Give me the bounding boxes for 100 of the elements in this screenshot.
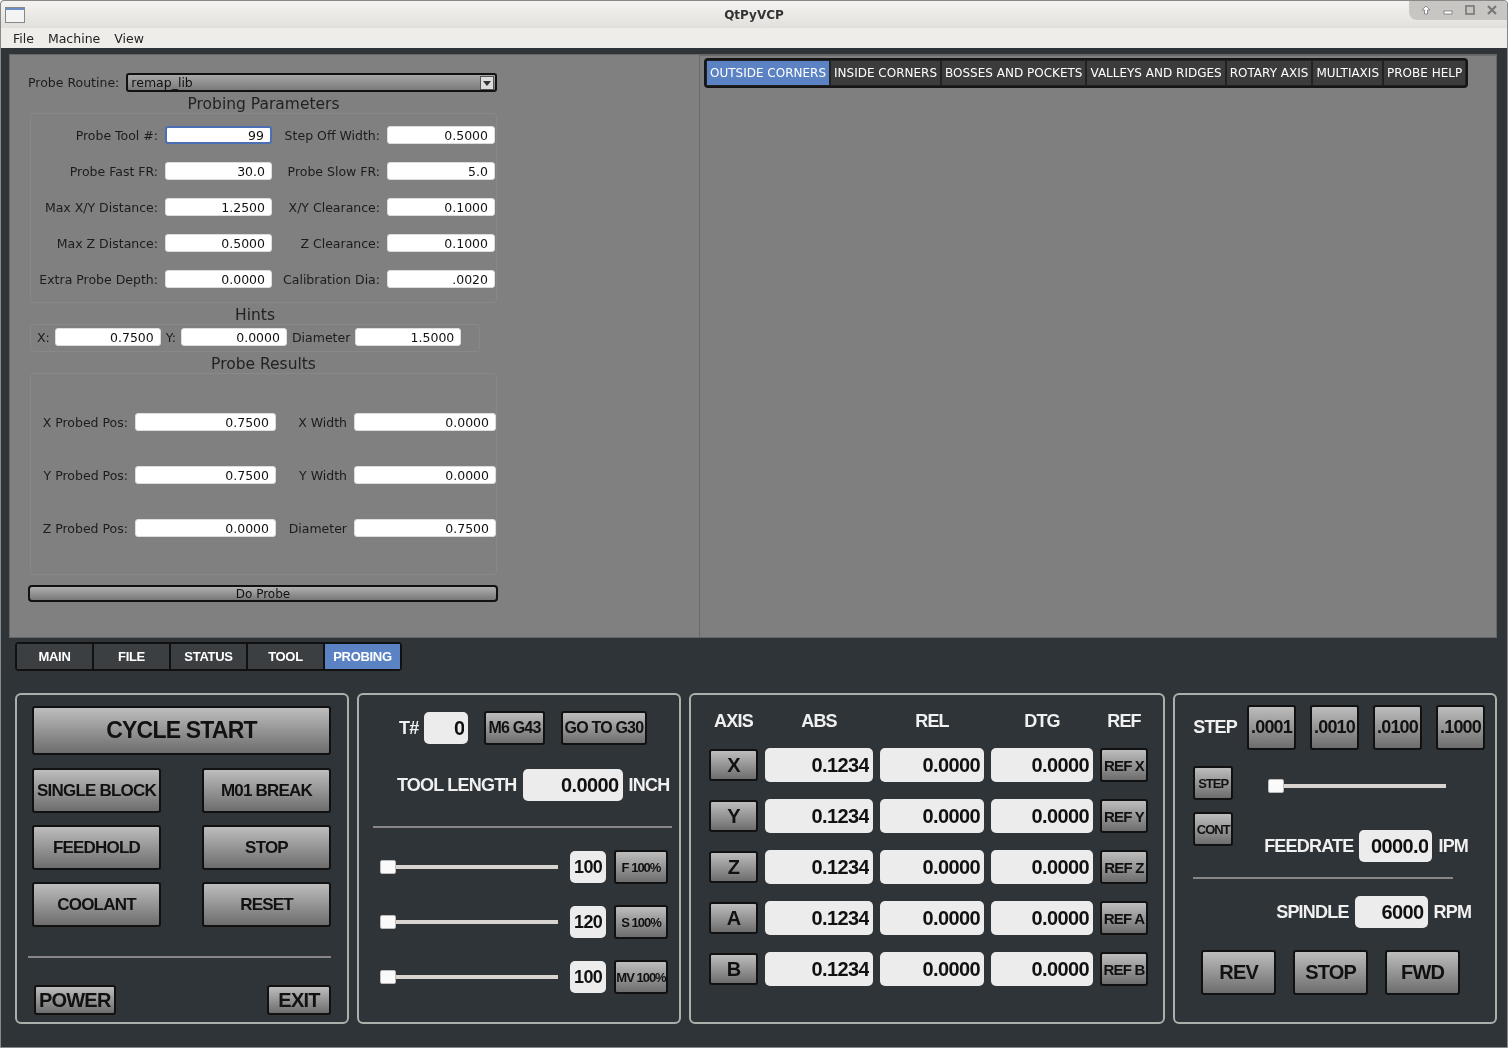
override-reset-button[interactable]: F 100%: [614, 850, 668, 884]
control-button[interactable]: STOP: [202, 825, 331, 870]
position-field[interactable]: 0.0000: [991, 799, 1093, 833]
position-field[interactable]: 0.0000: [991, 952, 1093, 986]
column-header: ABS: [800, 710, 838, 733]
number-field[interactable]: 5.0: [387, 162, 495, 180]
step-size-button[interactable]: .0100: [1373, 705, 1422, 750]
axis-button[interactable]: Y: [709, 800, 758, 832]
position-field[interactable]: 0.0000: [880, 850, 984, 884]
spindle-button[interactable]: FWD: [1385, 950, 1461, 995]
number-field[interactable]: 0.1000: [387, 234, 495, 252]
number-field[interactable]: 30.0: [165, 162, 272, 180]
tool-length-field[interactable]: 0.0000: [522, 769, 623, 801]
number-field[interactable]: 0.5000: [165, 234, 272, 252]
jog-mode-button[interactable]: STEP: [1193, 766, 1234, 800]
position-field[interactable]: 0.0000: [991, 850, 1093, 884]
control-button[interactable]: COOLANT: [32, 882, 161, 927]
position-field[interactable]: 0.1234: [765, 850, 873, 884]
position-field[interactable]: 0.0000: [880, 799, 984, 833]
tab[interactable]: TOOL: [248, 644, 323, 669]
tab[interactable]: PROBE HELP: [1384, 61, 1466, 85]
tab[interactable]: VALLEYS AND RIDGES: [1087, 61, 1225, 85]
power-button[interactable]: POWER: [34, 985, 116, 1015]
number-field[interactable]: 0.0000: [165, 270, 272, 288]
position-field[interactable]: 0.1234: [765, 952, 873, 986]
axis-button[interactable]: B: [709, 953, 758, 985]
exit-button[interactable]: EXIT: [267, 985, 331, 1015]
number-field[interactable]: 1.5000: [355, 328, 462, 346]
menu-item[interactable]: View: [114, 30, 144, 46]
shade-icon[interactable]: [1421, 5, 1431, 15]
override-reset-button[interactable]: S 100%: [614, 905, 668, 939]
override-value-field[interactable]: 120: [570, 906, 606, 938]
group-title: Hints: [234, 306, 276, 324]
number-field[interactable]: 0.5000: [387, 126, 495, 144]
position-field[interactable]: 0.0000: [991, 901, 1093, 935]
tab[interactable]: FILE: [94, 644, 169, 669]
position-field[interactable]: 0.0000: [880, 748, 984, 782]
position-field[interactable]: 0.0000: [991, 748, 1093, 782]
do-probe-button[interactable]: Do Probe: [28, 585, 498, 602]
routine-dropdown[interactable]: remap_lib: [126, 73, 498, 92]
control-button[interactable]: RESET: [202, 882, 331, 927]
number-field[interactable]: 0.7500: [135, 466, 276, 484]
axis-button[interactable]: A: [709, 902, 758, 934]
override-value-field[interactable]: 100: [570, 851, 606, 883]
tab[interactable]: BOSSES AND POCKETS: [942, 61, 1086, 85]
control-button[interactable]: FEEDHOLD: [32, 825, 161, 870]
jog-mode-button[interactable]: CONT: [1193, 812, 1234, 846]
tab[interactable]: INSIDE CORNERS: [831, 61, 940, 85]
home-axis-button[interactable]: REF Y: [1100, 799, 1148, 833]
menu-item[interactable]: File: [13, 30, 34, 46]
position-field[interactable]: 0.0000: [880, 901, 984, 935]
step-size-button[interactable]: .0010: [1310, 705, 1359, 750]
menu-item[interactable]: Machine: [47, 30, 101, 46]
home-axis-button[interactable]: REF A: [1100, 901, 1148, 935]
tool-number-field[interactable]: 0: [424, 712, 469, 744]
tab[interactable]: OUTSIDE CORNERS: [707, 61, 830, 85]
step-size-button[interactable]: .0001: [1247, 705, 1296, 750]
tool-button[interactable]: M6 G43: [484, 711, 545, 745]
override-reset-button[interactable]: MV 100%: [614, 960, 668, 994]
tab[interactable]: ROTARY AXIS: [1226, 61, 1312, 85]
control-button[interactable]: M01 BREAK: [202, 768, 331, 813]
tab[interactable]: PROBING: [325, 644, 400, 669]
close-icon[interactable]: [1487, 5, 1497, 15]
axis-button[interactable]: X: [709, 749, 758, 781]
number-field[interactable]: 0.0000: [354, 466, 496, 484]
field-label: X Probed Pos:: [41, 414, 128, 430]
number-field[interactable]: 99: [165, 126, 272, 144]
maximize-icon[interactable]: [1465, 5, 1475, 15]
spindle-button[interactable]: STOP: [1293, 950, 1369, 995]
cycle-start-button[interactable]: CYCLE START: [32, 706, 331, 755]
number-field[interactable]: 0.0000: [180, 328, 287, 346]
position-field[interactable]: 0.0000: [880, 952, 984, 986]
tab[interactable]: MULTIAXIS: [1313, 61, 1382, 85]
home-axis-button[interactable]: REF B: [1100, 952, 1148, 986]
home-axis-button[interactable]: REF X: [1100, 748, 1148, 782]
tool-button[interactable]: GO TO G30: [560, 711, 648, 745]
field-label: Probe Fast FR:: [68, 163, 158, 179]
home-axis-button[interactable]: REF Z: [1100, 850, 1148, 884]
position-field[interactable]: 0.1234: [765, 748, 873, 782]
spindle-button[interactable]: REV: [1201, 950, 1277, 995]
position-field[interactable]: 0.1234: [765, 799, 873, 833]
number-field[interactable]: .0020: [387, 270, 495, 288]
tab[interactable]: STATUS: [171, 644, 246, 669]
number-field[interactable]: 1.2500: [165, 198, 272, 216]
spindle-speed-field[interactable]: 6000: [1354, 896, 1428, 928]
number-field[interactable]: 0.0000: [135, 519, 276, 537]
number-field[interactable]: 0.7500: [135, 413, 276, 431]
axis-button[interactable]: Z: [709, 851, 758, 883]
number-field[interactable]: 0.7500: [354, 519, 496, 537]
number-field[interactable]: 0.0000: [354, 413, 496, 431]
position-field[interactable]: 0.1234: [765, 901, 873, 935]
number-field[interactable]: 0.7500: [54, 328, 161, 346]
override-value-field[interactable]: 100: [570, 961, 606, 993]
field-label: Diameter: [287, 520, 347, 536]
feedrate-field[interactable]: 0000.0: [1359, 830, 1433, 862]
control-button[interactable]: SINGLE BLOCK: [32, 768, 161, 813]
number-field[interactable]: 0.1000: [387, 198, 495, 216]
field-label: TOOL LENGTH: [397, 774, 517, 796]
step-size-button[interactable]: .1000: [1436, 705, 1485, 750]
tab[interactable]: MAIN: [17, 644, 92, 669]
